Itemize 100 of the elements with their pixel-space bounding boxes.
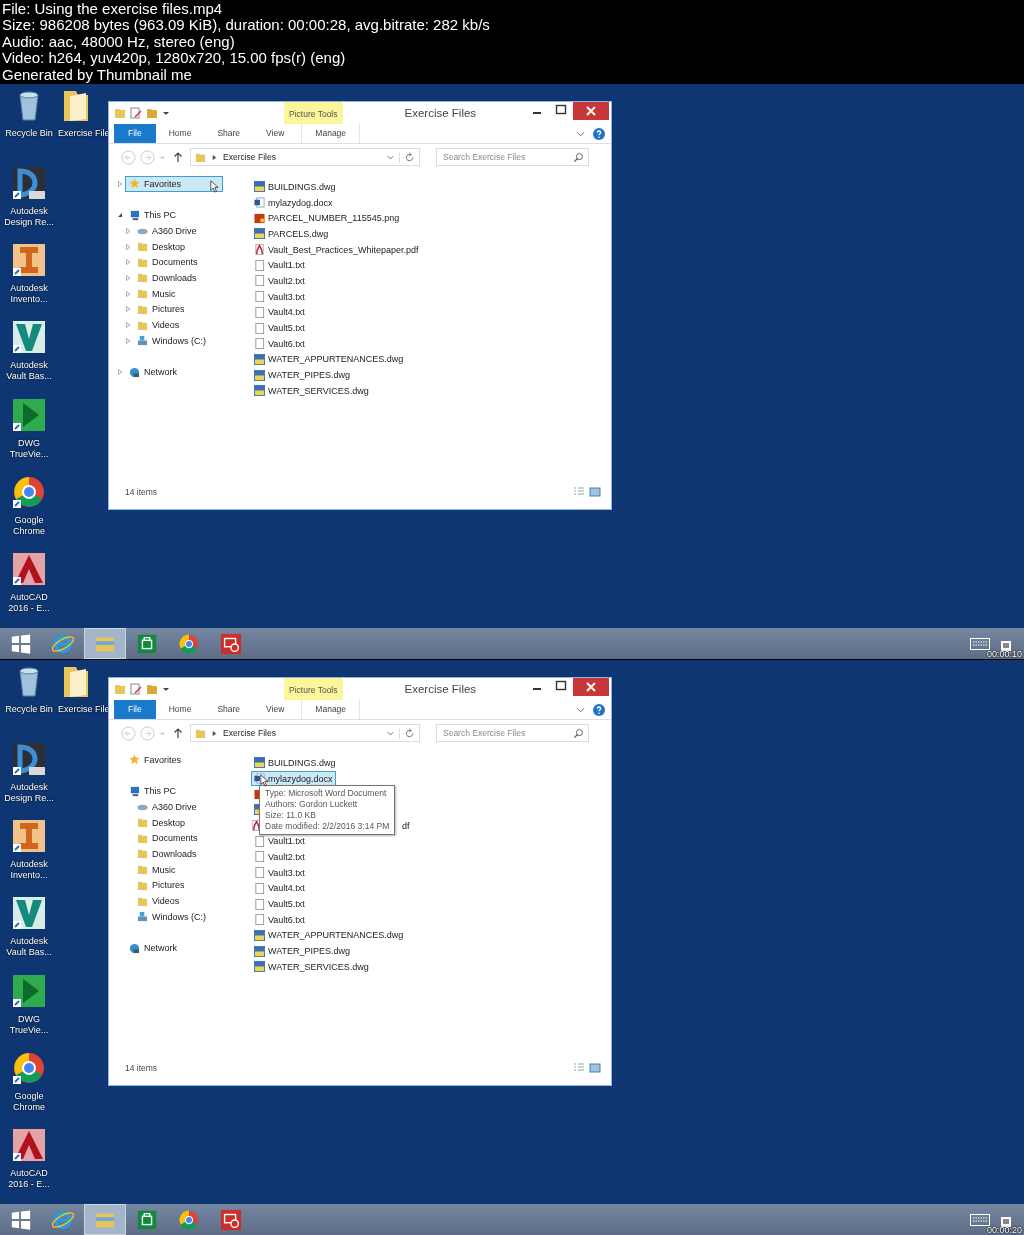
- file-item[interactable]: PARCEL_NUMBER_115545.png: [251, 210, 403, 226]
- nav-item[interactable]: Windows (C:): [133, 908, 210, 925]
- app-shortcut-icon[interactable]: [11, 972, 47, 1009]
- address-path[interactable]: Exercise Files: [223, 728, 382, 738]
- desktop-icon-label[interactable]: AutoCAD 2016 - E...: [1, 1167, 57, 1190]
- nav-item[interactable]: Pictures: [133, 877, 189, 894]
- app-shortcut-icon[interactable]: [11, 319, 47, 356]
- close-button[interactable]: [573, 678, 609, 696]
- nav-item[interactable]: Videos: [133, 317, 184, 334]
- desktop-icon-label[interactable]: Google Chrome: [1, 1090, 57, 1113]
- nav-item[interactable]: Favorites: [125, 751, 185, 768]
- keyboard-icon[interactable]: [970, 1213, 990, 1226]
- file-item[interactable]: Vault2.txt: [251, 849, 308, 865]
- nav-item[interactable]: Desktop: [133, 238, 190, 255]
- file-item[interactable]: mylazydog.docx: [251, 195, 336, 211]
- ribbon-tab[interactable]: File: [114, 124, 156, 143]
- ribbon-tab[interactable]: Manage: [301, 700, 361, 719]
- nav-item[interactable]: Windows (C:): [133, 332, 210, 349]
- large-icons-view-icon[interactable]: [589, 1063, 601, 1073]
- nav-item[interactable]: Documents: [133, 830, 202, 847]
- file-item[interactable]: Vault6.txt: [251, 336, 308, 352]
- file-item[interactable]: WATER_APPURTENANCES.dwg: [251, 927, 407, 943]
- nav-item[interactable]: A360 Drive: [133, 798, 201, 815]
- address-bar[interactable]: Exercise Files: [190, 148, 420, 166]
- desktop-icon-label[interactable]: Autodesk Design Re...: [1, 206, 57, 228]
- file-item[interactable]: Vault3.txt: [251, 289, 308, 305]
- app-shortcut-icon[interactable]: [11, 895, 47, 932]
- expand-ribbon-icon[interactable]: [576, 129, 585, 138]
- file-item[interactable]: Vault5.txt: [251, 896, 308, 912]
- ribbon-tab[interactable]: Share: [204, 124, 254, 143]
- search-field[interactable]: Search Exercise Files: [436, 724, 589, 742]
- file-name[interactable]: df: [402, 820, 410, 831]
- file-item[interactable]: Vault1.txt: [251, 833, 308, 849]
- nav-item[interactable]: Videos: [133, 893, 184, 910]
- app-shortcut-icon[interactable]: [11, 242, 47, 279]
- desktop-icon-label[interactable]: AutoCAD 2016 - E...: [1, 591, 57, 614]
- desktop-icon-label[interactable]: DWG TrueVie...: [1, 437, 57, 460]
- desktop-icon-label[interactable]: Autodesk Vault Bas...: [1, 360, 57, 383]
- file-item[interactable]: Vault2.txt: [251, 273, 308, 289]
- app-shortcut-icon[interactable]: [11, 165, 47, 201]
- ribbon-tab[interactable]: Home: [155, 700, 205, 719]
- ribbon-tab[interactable]: File: [114, 700, 156, 719]
- ribbon-tab[interactable]: Manage: [301, 124, 361, 143]
- large-icons-view-icon[interactable]: [589, 487, 601, 497]
- up-button[interactable]: [173, 151, 183, 163]
- properties-icon[interactable]: [130, 683, 142, 695]
- address-path[interactable]: Exercise Files: [223, 152, 382, 162]
- file-item[interactable]: Vault3.txt: [251, 865, 308, 881]
- nav-item[interactable]: Network: [125, 940, 181, 957]
- address-bar[interactable]: Exercise Files: [190, 724, 420, 742]
- desktop-icon-label[interactable]: Autodesk Vault Bas...: [1, 936, 57, 959]
- collapse-arrow-icon[interactable]: [117, 212, 123, 219]
- nav-item[interactable]: Downloads: [133, 845, 201, 862]
- desktop-icon-label[interactable]: DWG TrueVie...: [1, 1013, 57, 1036]
- dropdown-icon[interactable]: [162, 685, 170, 693]
- desktop-icon-label[interactable]: Recycle Bin: [1, 704, 57, 715]
- file-item[interactable]: WATER_SERVICES.dwg: [251, 383, 372, 399]
- file-item[interactable]: WATER_SERVICES.dwg: [251, 959, 372, 975]
- file-item[interactable]: BUILDINGS.dwg: [251, 179, 339, 195]
- file-item[interactable]: BUILDINGS.dwg: [251, 755, 339, 771]
- ribbon-tab[interactable]: View: [253, 124, 298, 143]
- desktop-icon-label[interactable]: Recycle Bin: [1, 128, 57, 139]
- ribbon-tab[interactable]: View: [253, 700, 298, 719]
- notification-icon[interactable]: [1000, 1215, 1012, 1228]
- ribbon-tab[interactable]: Share: [204, 700, 254, 719]
- file-item[interactable]: WATER_PIPES.dwg: [251, 943, 354, 959]
- file-item[interactable]: PARCELS.dwg: [251, 226, 332, 242]
- nav-item[interactable]: Documents: [133, 254, 202, 271]
- file-item[interactable]: Vault1.txt: [251, 257, 308, 273]
- file-item[interactable]: Vault_Best_Practices_Whitepaper.pdf: [251, 242, 422, 258]
- nav-item[interactable]: This PC: [125, 783, 180, 800]
- help-icon[interactable]: [593, 703, 605, 716]
- help-icon[interactable]: [593, 127, 605, 140]
- dropdown-icon[interactable]: [162, 109, 170, 117]
- expand-ribbon-icon[interactable]: [576, 705, 585, 714]
- file-item[interactable]: WATER_PIPES.dwg: [251, 367, 354, 383]
- nav-item[interactable]: Network: [125, 364, 181, 381]
- file-item[interactable]: WATER_APPURTENANCES.dwg: [251, 351, 407, 367]
- nav-item[interactable]: Pictures: [133, 301, 189, 318]
- desktop-icon-label[interactable]: Autodesk Design Re...: [1, 782, 57, 804]
- nav-item[interactable]: Music: [133, 285, 180, 302]
- nav-item[interactable]: A360 Drive: [133, 222, 201, 239]
- file-item[interactable]: Vault6.txt: [251, 912, 308, 928]
- app-shortcut-icon[interactable]: [11, 741, 47, 777]
- refresh-icon[interactable]: [399, 727, 415, 739]
- desktop-icon-label[interactable]: Autodesk Invento...: [1, 859, 57, 882]
- notification-icon[interactable]: [1000, 639, 1012, 652]
- file-item[interactable]: Vault5.txt: [251, 320, 308, 336]
- desktop-icon-label[interactable]: Autodesk Invento...: [1, 283, 57, 306]
- nav-item[interactable]: Favorites: [125, 175, 223, 192]
- search-field[interactable]: Search Exercise Files: [436, 148, 589, 166]
- file-item[interactable]: Vault4.txt: [251, 304, 308, 320]
- close-button[interactable]: [573, 102, 609, 120]
- nav-item[interactable]: This PC: [125, 207, 180, 224]
- desktop-icon-label[interactable]: Google Chrome: [1, 514, 57, 537]
- app-shortcut-icon[interactable]: [11, 1126, 47, 1163]
- ribbon-tab[interactable]: Home: [155, 124, 205, 143]
- app-shortcut-icon[interactable]: [11, 818, 47, 855]
- file-item[interactable]: Vault4.txt: [251, 880, 308, 896]
- app-shortcut-icon[interactable]: [11, 396, 47, 433]
